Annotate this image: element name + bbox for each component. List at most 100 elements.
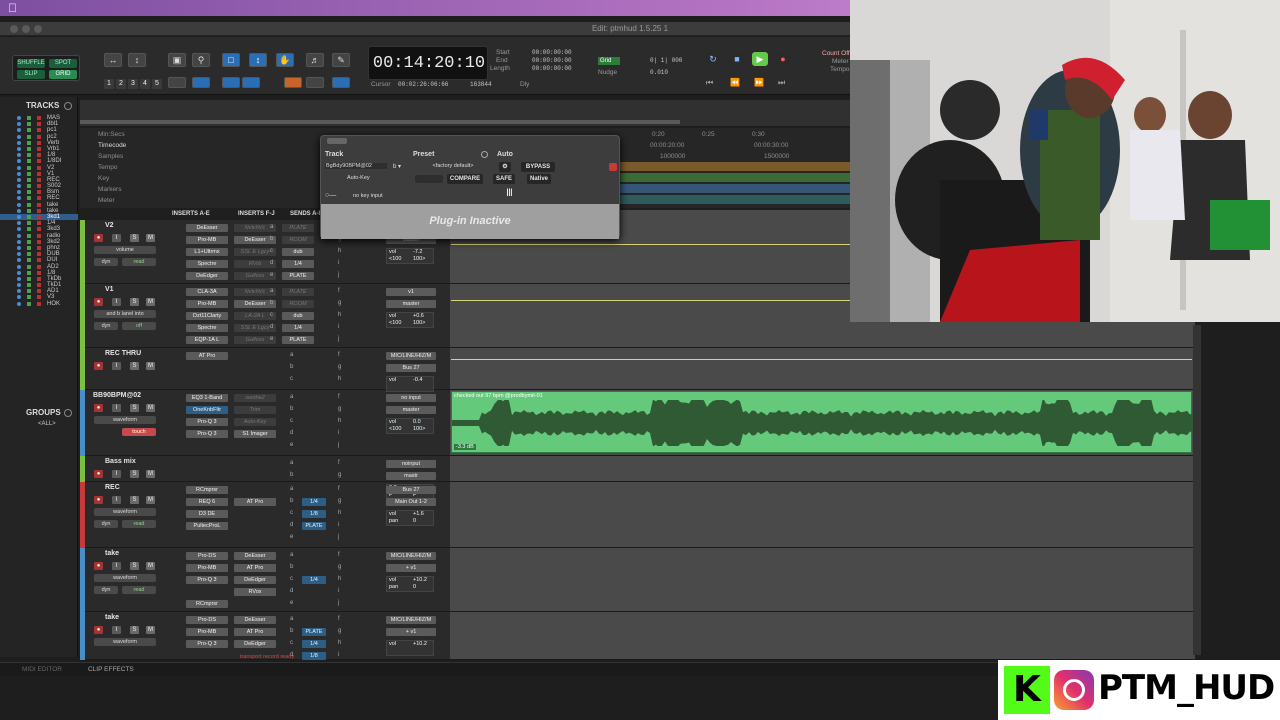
plugin-auto-icon[interactable]: ⚙ bbox=[499, 162, 511, 172]
fast-forward-icon[interactable]: ⏩ bbox=[754, 78, 764, 87]
track-visible-icon[interactable] bbox=[17, 239, 21, 244]
automation-follows-edit-icon[interactable] bbox=[284, 77, 302, 88]
automation-mode-selector[interactable]: read bbox=[122, 586, 156, 594]
zoom-window-icon[interactable] bbox=[34, 25, 42, 33]
track-view-selector[interactable]: and b lanel into bbox=[94, 310, 156, 318]
apple-icon[interactable]:  bbox=[8, 1, 17, 15]
insert-slot-a-e[interactable]: RCmprsr bbox=[186, 600, 228, 608]
volume-value[interactable]: -0.4 bbox=[413, 377, 422, 384]
vertical-scrollbar[interactable] bbox=[1193, 325, 1201, 655]
output-selector[interactable]: master bbox=[386, 406, 436, 414]
zoom-toggle-icon[interactable]: ▣ bbox=[168, 53, 186, 67]
insert-slot-a-e[interactable]: Spectre bbox=[186, 324, 228, 332]
input-monitor-button[interactable]: I bbox=[112, 404, 121, 412]
stop-icon[interactable]: ■ bbox=[730, 52, 744, 66]
tracks-menu-icon[interactable] bbox=[64, 102, 72, 110]
count-off-label[interactable]: Count Off bbox=[822, 50, 852, 57]
volume-value[interactable]: +10.2 bbox=[413, 577, 427, 584]
insert-slot-a-e[interactable]: DeEdger bbox=[186, 272, 228, 280]
rewind-to-start-icon[interactable]: ⏮ bbox=[706, 78, 713, 88]
scrubber-tool-icon[interactable]: ♬ bbox=[306, 53, 324, 67]
spot-mode-button[interactable]: SPOT bbox=[49, 59, 77, 68]
track-visible-icon[interactable] bbox=[17, 301, 21, 306]
end-value[interactable]: 00:00:00:00 bbox=[532, 57, 572, 64]
input-monitor-button[interactable]: I bbox=[112, 562, 121, 570]
pan-value[interactable]: 100> bbox=[413, 426, 425, 433]
track-name[interactable]: REC THRU bbox=[105, 350, 141, 357]
send-slot[interactable]: ROOM bbox=[282, 300, 314, 308]
track-name[interactable]: take bbox=[105, 614, 119, 621]
audio-clip[interactable]: checked out 97 bpm @prodbymit-01 -3.3 dB bbox=[451, 391, 1193, 453]
send-slot[interactable]: dub bbox=[282, 248, 314, 256]
track-visible-icon[interactable] bbox=[17, 264, 21, 269]
solo-button[interactable]: S bbox=[130, 470, 139, 478]
length-value[interactable]: 00:00:00:00 bbox=[532, 65, 572, 72]
mute-button[interactable]: M bbox=[146, 404, 155, 412]
record-icon[interactable]: ● bbox=[776, 52, 790, 66]
volume-value[interactable]: 0.0 bbox=[413, 419, 421, 426]
input-monitor-button[interactable]: I bbox=[112, 298, 121, 306]
record-enable-button[interactable]: ● bbox=[94, 496, 103, 504]
track-visible-icon[interactable] bbox=[17, 283, 21, 288]
track-list-item[interactable]: HOK bbox=[0, 301, 78, 307]
volume-pan-box[interactable]: vol +10.2 bbox=[386, 640, 434, 656]
automation-mode-selector[interactable]: off bbox=[122, 322, 156, 330]
volume-value[interactable]: +0.6 bbox=[413, 313, 424, 320]
solo-button[interactable]: S bbox=[130, 362, 139, 370]
solo-button[interactable]: S bbox=[130, 626, 139, 634]
track-visible-icon[interactable] bbox=[17, 221, 21, 226]
track-name[interactable]: REC bbox=[105, 484, 120, 491]
safe-button[interactable]: SAFE bbox=[493, 174, 515, 184]
send-slot[interactable]: PLATE bbox=[282, 288, 314, 296]
zoom-preset-3[interactable]: 3 bbox=[128, 79, 138, 89]
mute-button[interactable]: M bbox=[146, 496, 155, 504]
grid-value[interactable]: 0| 1| 000 bbox=[650, 57, 682, 64]
meter-label[interactable]: Meter bbox=[832, 58, 852, 65]
plugin-settings-icon[interactable] bbox=[481, 151, 488, 158]
output-selector[interactable]: master bbox=[386, 300, 436, 308]
tempo-ruler-lane[interactable] bbox=[620, 162, 850, 171]
clip-effects-tab[interactable]: CLIP EFFECTS bbox=[88, 666, 134, 673]
solo-button[interactable]: S bbox=[130, 496, 139, 504]
volume-pan-box[interactable]: vol +1.6 pan 0 bbox=[386, 510, 434, 526]
zoom-preset-5[interactable]: 5 bbox=[152, 79, 162, 89]
volume-pan-box[interactable]: vol 0.0 <100 100> bbox=[386, 418, 434, 434]
volume-value[interactable]: +10.2 bbox=[413, 641, 427, 648]
track-visible-icon[interactable] bbox=[17, 233, 21, 238]
record-enable-button[interactable]: ● bbox=[94, 626, 103, 634]
track-visible-icon[interactable] bbox=[17, 171, 21, 176]
insert-slot-a-e[interactable]: Pro-Q 3 bbox=[186, 418, 228, 426]
track-visible-icon[interactable] bbox=[17, 134, 21, 139]
dyn-label[interactable]: dyn bbox=[94, 322, 118, 330]
zoom-horizontal-icon[interactable]: ↔ bbox=[104, 53, 122, 67]
insert-slot-a-e[interactable]: Pro-Q 3 bbox=[186, 640, 228, 648]
grid-mode-button[interactable]: GRID bbox=[49, 70, 77, 79]
record-enable-button[interactable]: ● bbox=[94, 298, 103, 306]
insert-slot-f-j[interactable]: DeEsser bbox=[234, 616, 276, 624]
midi-editor-tab[interactable]: MIDI EDITOR bbox=[22, 666, 62, 673]
track-visible-icon[interactable] bbox=[17, 227, 21, 232]
go-to-end-icon[interactable]: ⏭ bbox=[778, 78, 785, 88]
loop-icon[interactable]: ↻ bbox=[706, 52, 720, 66]
insert-slot-a-e[interactable]: Pro-DS bbox=[186, 616, 228, 624]
insert-slot-a-e[interactable]: DeEsser bbox=[186, 224, 228, 232]
track-visible-icon[interactable] bbox=[17, 128, 21, 133]
track-visible-icon[interactable] bbox=[17, 190, 21, 195]
insert-slot-a-e[interactable]: Pro-DS bbox=[186, 552, 228, 560]
automation-line-v1[interactable] bbox=[451, 300, 850, 301]
dyn-label[interactable]: dyn bbox=[94, 520, 118, 528]
send-slot[interactable]: PLATE bbox=[282, 272, 314, 280]
insert-slot-f-j[interactable]: AT Pro bbox=[234, 498, 276, 506]
groups-menu-icon[interactable] bbox=[64, 409, 72, 417]
track-visible-icon[interactable] bbox=[17, 159, 21, 164]
input-monitor-button[interactable]: I bbox=[112, 496, 121, 504]
zoomer-tool-icon[interactable]: ⚲ bbox=[192, 53, 210, 67]
send-slot[interactable]: 1/8 bbox=[302, 510, 326, 518]
insert-slot-f-j[interactable]: RVox bbox=[234, 588, 276, 596]
nudge-value[interactable]: 0.010 bbox=[650, 69, 668, 76]
rewind-icon[interactable]: ⏪ bbox=[730, 78, 740, 87]
track-name[interactable]: BB90BPM@02 bbox=[93, 392, 141, 399]
send-slot[interactable]: dub bbox=[282, 312, 314, 320]
send-slot[interactable]: 1/4 bbox=[302, 498, 326, 506]
track-name[interactable]: take bbox=[105, 550, 119, 557]
